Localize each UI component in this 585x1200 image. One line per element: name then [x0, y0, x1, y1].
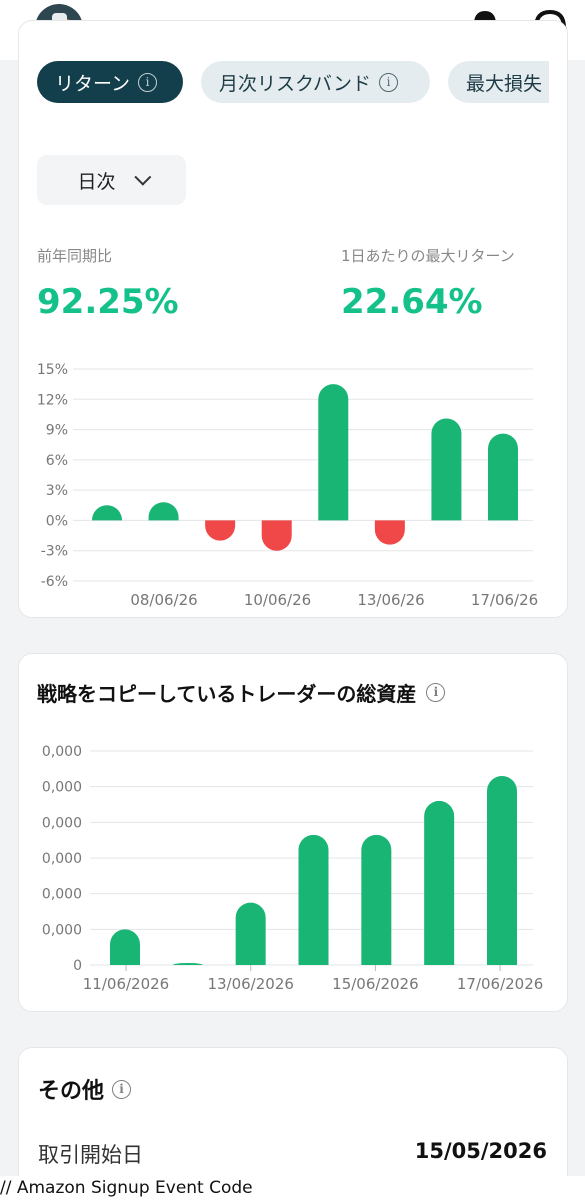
tab-max-loss-label: 最大損失 [466, 72, 543, 95]
bar [374, 520, 405, 545]
info-icon[interactable]: i [112, 1079, 132, 1099]
x-tick-label: 15/06/2026 [332, 975, 418, 993]
y-tick-label: -6% [41, 574, 68, 590]
x-tick-label: 13/06/26 [357, 591, 424, 609]
y-tick-label: 6% [46, 453, 68, 469]
y-tick-label: 0,000 [42, 887, 82, 903]
chevron-down-icon [133, 168, 151, 186]
y-tick-label: 0 [73, 958, 82, 974]
period-selected: 日次 [77, 170, 116, 193]
period-dropdown[interactable]: 日次 [37, 155, 186, 205]
tab-monthly-risk-band-label: 月次リスクバンド [219, 72, 372, 95]
daily-return-chart: 15% 12% 9% 6% 3% 0% -3% -6% 08/06/26 10/06/26 13/0… [37, 362, 538, 609]
y-tick-label: 0,000 [42, 780, 82, 796]
other-title-text: その他 [38, 1079, 105, 1104]
y-tick-label: 3% [46, 483, 68, 499]
info-icon[interactable]: i [426, 683, 446, 702]
bar [298, 834, 329, 965]
tab-return-label: リターン [55, 72, 131, 95]
bar [261, 520, 292, 551]
tab-max-loss[interactable]: 最大損失 [448, 61, 549, 103]
y-tick-label: 12% [37, 392, 68, 408]
start-date-label: 取引開始日 [38, 1143, 143, 1167]
copy-traders-title: 戦略をコピーしているトレーダーの総資産 i [37, 678, 446, 707]
x-tick-label: 13/06/2026 [207, 975, 293, 993]
tab-return[interactable]: リターン i [37, 61, 183, 103]
footer-text: // Amazon Signup Event Code [0, 1176, 585, 1200]
other-title: その他 i [38, 1073, 132, 1105]
info-icon[interactable]: i [138, 72, 158, 92]
copy-traders-title-text: 戦略をコピーしているトレーダーの総資産 [37, 682, 417, 706]
bar [318, 384, 349, 521]
bar [487, 775, 517, 965]
start-date-value: 15/05/2026 [414, 1139, 547, 1163]
tab-monthly-risk-band[interactable]: 月次リスクバンド i [201, 61, 430, 103]
yoy-label: 前年同期比 [37, 247, 113, 265]
y-tick-label: 0,000 [42, 922, 82, 938]
x-tick-label: 10/06/26 [244, 591, 311, 609]
x-tick-label: 11/06/2026 [83, 975, 169, 993]
bar [431, 418, 462, 521]
y-tick-label: 9% [46, 423, 68, 439]
bar [488, 433, 518, 521]
y-tick-label: 0% [46, 513, 68, 529]
bar [424, 800, 455, 965]
y-tick-label: 15% [37, 362, 68, 378]
bar [172, 963, 203, 965]
bar [148, 502, 179, 521]
total-assets-chart: 0,000 0,000 0,000 0,000 0,000 0,000 011/06/202… [42, 744, 543, 993]
x-tick-label: 08/06/26 [130, 591, 197, 609]
bar [235, 902, 266, 965]
y-tick-label: -3% [41, 544, 68, 560]
yoy-value: 92.25% [37, 282, 179, 322]
y-tick-label: 0,000 [42, 744, 82, 760]
bar [205, 520, 236, 541]
x-tick-label: 17/06/26 [471, 591, 538, 609]
info-icon[interactable]: i [379, 72, 399, 92]
metric-tabs: リターン i 月次リスクバンド i 最大損失 [37, 61, 549, 103]
x-tick-label: 17/06/2026 [457, 975, 543, 993]
max-daily-return-value: 22.64% [341, 282, 483, 322]
bar [361, 834, 392, 965]
bar [110, 929, 140, 965]
y-tick-label: 0,000 [42, 851, 82, 867]
y-tick-label: 0,000 [42, 815, 82, 831]
max-daily-return-label: 1日あたりの最大リターン [341, 247, 515, 265]
bar [92, 505, 122, 521]
